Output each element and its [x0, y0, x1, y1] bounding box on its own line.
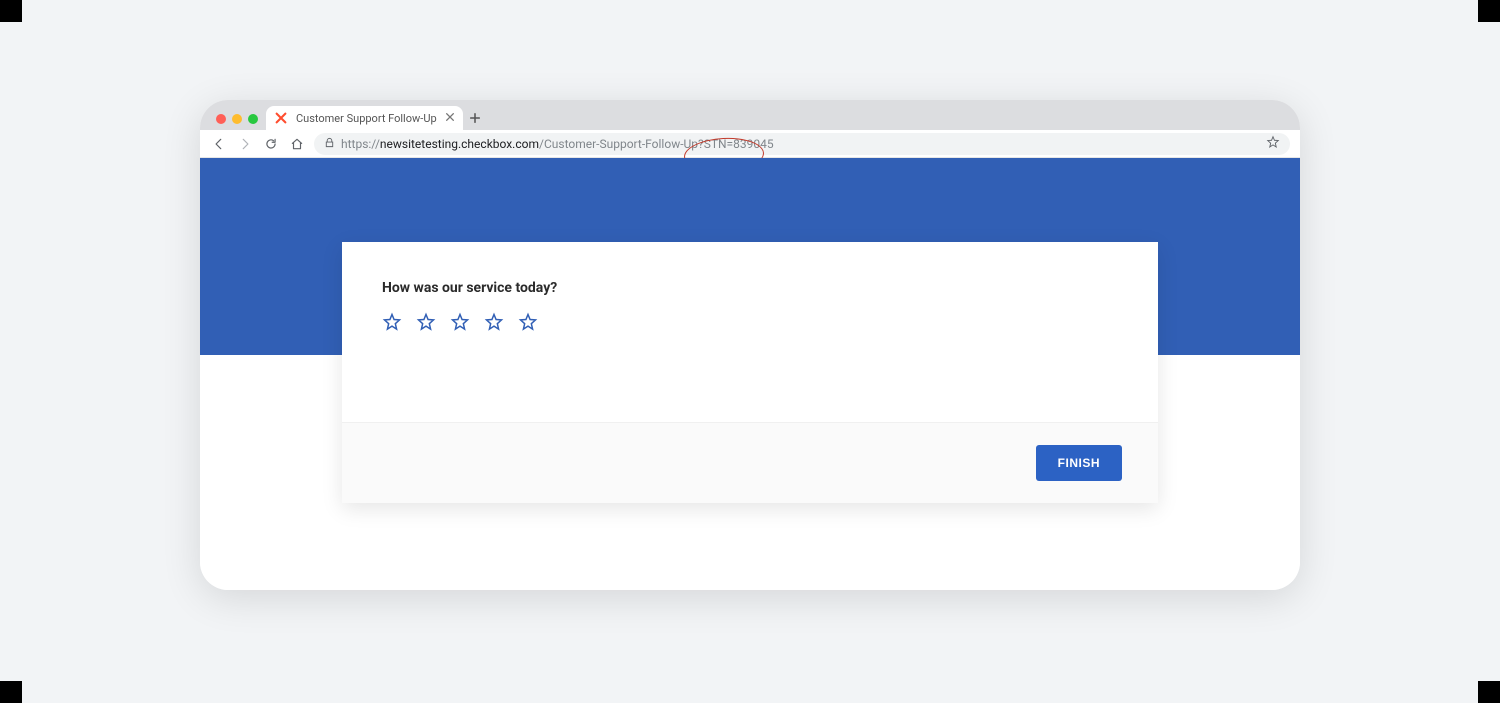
new-tab-button[interactable] — [463, 106, 487, 130]
tab-strip: Customer Support Follow-Up — [200, 100, 1300, 130]
rating-star-5[interactable] — [518, 312, 538, 332]
card-body: How was our service today? — [342, 242, 1158, 422]
url-host: newsitetesting.checkbox.com — [380, 137, 539, 151]
corner-notch — [1478, 681, 1500, 703]
survey-question: How was our service today? — [382, 280, 1118, 296]
forward-button[interactable] — [236, 135, 254, 153]
url-text: https://newsitetesting.checkbox.com/Cust… — [341, 137, 774, 151]
browser-tab[interactable]: Customer Support Follow-Up — [266, 106, 463, 130]
corner-notch — [0, 0, 22, 22]
lock-icon — [324, 137, 335, 151]
back-button[interactable] — [210, 135, 228, 153]
rating-star-3[interactable] — [450, 312, 470, 332]
rating-star-2[interactable] — [416, 312, 436, 332]
window-controls — [210, 114, 266, 130]
bookmark-star-icon[interactable] — [1266, 135, 1280, 152]
address-bar[interactable]: https://newsitetesting.checkbox.com/Cust… — [314, 133, 1290, 155]
toolbar: https://newsitetesting.checkbox.com/Cust… — [200, 130, 1300, 158]
checkbox-favicon-icon — [274, 111, 288, 125]
corner-notch — [1478, 0, 1500, 22]
window-close-button[interactable] — [216, 114, 226, 124]
tab-close-icon[interactable] — [445, 111, 455, 125]
tab-title: Customer Support Follow-Up — [296, 112, 437, 125]
rating-star-4[interactable] — [484, 312, 504, 332]
home-button[interactable] — [288, 135, 306, 153]
url-path: /Customer-Support-Follow-Up?STN=839045 — [539, 137, 774, 151]
reload-button[interactable] — [262, 135, 280, 153]
rating-star-1[interactable] — [382, 312, 402, 332]
page-viewport: How was our service today? — [200, 158, 1300, 590]
window-minimize-button[interactable] — [232, 114, 242, 124]
corner-notch — [0, 681, 22, 703]
window-maximize-button[interactable] — [248, 114, 258, 124]
survey-card: How was our service today? — [342, 242, 1158, 503]
card-footer: FINISH — [342, 422, 1158, 503]
rating-stars — [382, 312, 1118, 332]
finish-button[interactable]: FINISH — [1036, 445, 1122, 481]
url-prefix: https:// — [341, 137, 380, 151]
browser-window: Customer Support Follow-Up https:/ — [200, 100, 1300, 590]
